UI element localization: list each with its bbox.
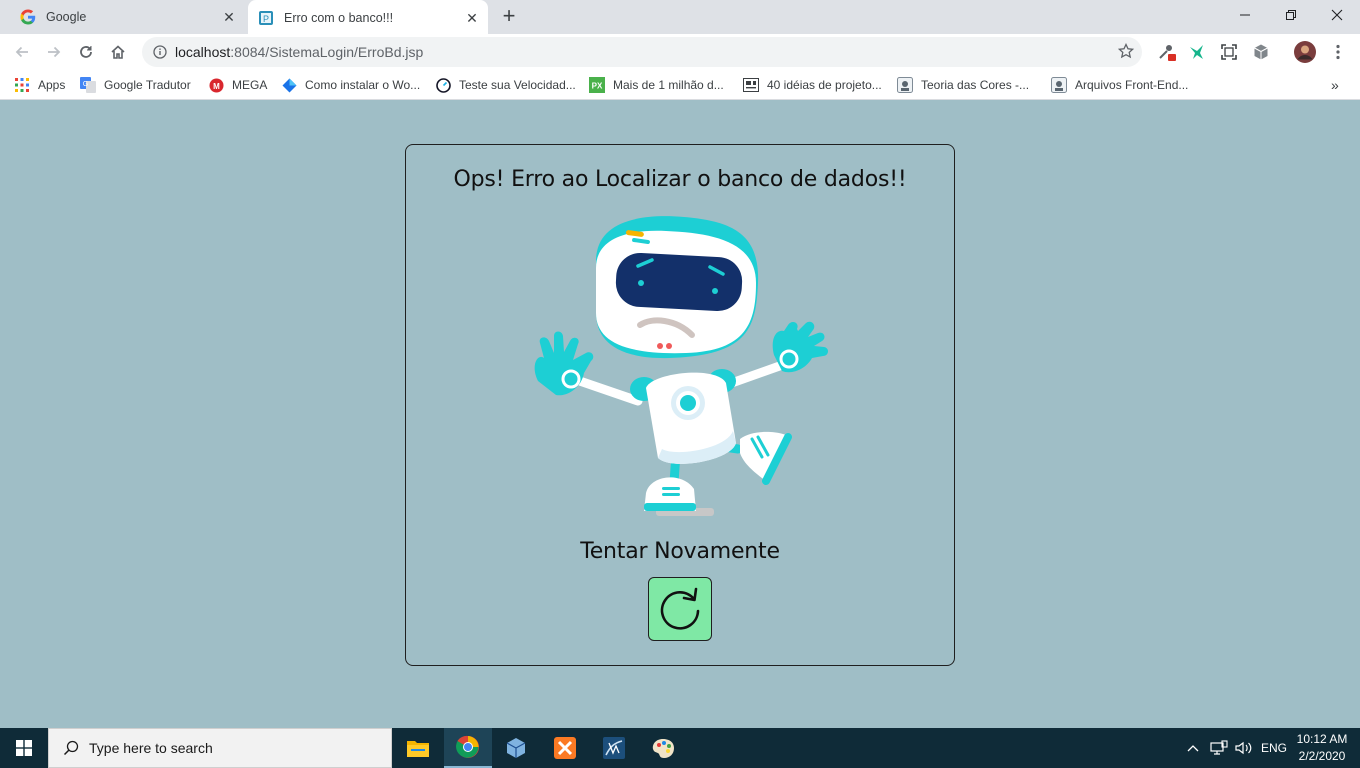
mega-icon: M: [208, 77, 224, 93]
mysql-workbench-icon[interactable]: [590, 728, 638, 768]
close-icon[interactable]: ✕: [462, 8, 482, 28]
refresh-icon: [660, 587, 700, 630]
minimize-button[interactable]: [1222, 0, 1268, 30]
paint-icon[interactable]: [639, 728, 687, 768]
info-icon[interactable]: [145, 45, 175, 59]
url-path: :8084/SistemaLogin/ErroBd.jsp: [230, 44, 424, 60]
home-icon: [111, 45, 125, 59]
bookmark-apps[interactable]: Apps: [14, 75, 65, 95]
site-icon: [897, 77, 913, 93]
bookmark-mais-de-1-milhao[interactable]: PX Mais de 1 milhão d...: [589, 75, 724, 95]
close-icon: [1331, 9, 1343, 21]
svg-text:PX: PX: [592, 82, 603, 91]
site-icon: [1051, 77, 1067, 93]
virtualbox-icon[interactable]: [492, 728, 540, 768]
bookmark-label: Arquivos Front-End...: [1075, 78, 1189, 92]
minimize-icon: [1240, 14, 1250, 16]
translate-icon: G: [80, 77, 96, 93]
close-icon[interactable]: ✕: [219, 7, 239, 27]
screenshot-extension-icon[interactable]: [1217, 40, 1241, 64]
speedtest-icon: [435, 77, 451, 93]
tab-title: Erro com o banco!!!: [284, 11, 394, 25]
bookmark-label: MEGA: [232, 78, 268, 92]
page-title: Ops! Erro ao Localizar o banco de dados!…: [453, 167, 907, 192]
apps-grid-icon: [14, 77, 30, 93]
start-button[interactable]: [0, 728, 48, 768]
bookmark-label: Google Tradutor: [104, 78, 191, 92]
clock-time: 10:12 AM: [1296, 732, 1348, 746]
bookmark-mega[interactable]: M MEGA: [208, 75, 267, 95]
browser-toolbar: localhost:8084/SistemaLogin/ErroBd.jsp: [0, 34, 1360, 70]
retry-button[interactable]: [648, 577, 712, 641]
taskbar-search[interactable]: Type here to search: [48, 728, 392, 768]
bookmark-label: Mais de 1 milhão d...: [613, 78, 724, 92]
search-icon: [63, 740, 79, 756]
svg-text:M: M: [213, 82, 220, 91]
reload-button[interactable]: [72, 38, 100, 66]
menu-icon[interactable]: [1326, 40, 1350, 64]
bookmark-teste-velocidade[interactable]: Teste sua Velocidad...: [435, 75, 576, 95]
bookmark-google-tradutor[interactable]: G Google Tradutor: [80, 75, 191, 95]
url-text: localhost:8084/SistemaLogin/ErroBd.jsp: [175, 44, 423, 60]
diamond-icon: [281, 77, 297, 93]
forward-button[interactable]: [40, 38, 68, 66]
bookmark-label: Como instalar o Wo...: [305, 78, 421, 92]
windows-icon: [16, 740, 32, 756]
taskbar: Type here to search ENG 10:12 AM 2/2/202…: [0, 728, 1360, 768]
svg-text:G: G: [83, 81, 88, 88]
board-icon: [743, 77, 759, 93]
bookmark-teoria-das-cores[interactable]: Teoria das Cores -...: [897, 75, 1029, 95]
px-icon: PX: [589, 77, 605, 93]
cube-extension-icon[interactable]: [1249, 40, 1273, 64]
eyedropper-extension-icon[interactable]: [1154, 40, 1178, 64]
home-button[interactable]: [104, 38, 132, 66]
forward-arrow-icon: [48, 46, 61, 58]
reload-icon: [80, 46, 92, 58]
bookmark-como-instalar[interactable]: Como instalar o Wo...: [281, 75, 420, 95]
clock[interactable]: 10:12 AM 2/2/2020: [1290, 731, 1354, 765]
network-icon[interactable]: [1210, 728, 1228, 768]
google-icon: [20, 9, 36, 25]
bookmark-label: Teste sua Velocidad...: [459, 78, 576, 92]
bookmarks-bar: Apps G Google Tradutor M MEGA Como insta…: [0, 70, 1360, 100]
bookmarks-overflow-button[interactable]: »: [1331, 75, 1339, 95]
page-icon: P: [258, 10, 274, 26]
new-tab-button[interactable]: +: [498, 5, 520, 28]
retry-label: Tentar Novamente: [580, 539, 780, 564]
xampp-icon[interactable]: [541, 728, 589, 768]
show-hidden-icons-button[interactable]: [1187, 728, 1199, 768]
svg-text:P: P: [263, 14, 269, 24]
restore-button[interactable]: [1268, 0, 1314, 30]
tab-strip: Google ✕ P Erro com o banco!!! ✕ +: [0, 0, 1360, 36]
address-bar[interactable]: localhost:8084/SistemaLogin/ErroBd.jsp: [142, 37, 1142, 67]
bookmark-arquivos-front-end[interactable]: Arquivos Front-End...: [1051, 75, 1188, 95]
close-window-button[interactable]: [1314, 0, 1360, 30]
tab-erro-banco[interactable]: P Erro com o banco!!! ✕: [248, 0, 488, 36]
error-card: Ops! Erro ao Localizar o banco de dados!…: [405, 144, 955, 666]
url-host: localhost: [175, 44, 231, 60]
back-button[interactable]: [8, 38, 36, 66]
chevron-up-icon: [1187, 745, 1199, 752]
tab-google[interactable]: Google ✕: [8, 0, 245, 34]
bookmark-label: Apps: [38, 78, 66, 92]
tab-title: Google: [46, 10, 87, 24]
back-arrow-icon: [15, 46, 28, 58]
language-indicator[interactable]: ENG: [1261, 728, 1287, 768]
chrome-icon[interactable]: [444, 728, 492, 768]
avatar[interactable]: [1293, 40, 1317, 64]
hummingbird-extension-icon[interactable]: [1185, 40, 1209, 64]
search-placeholder: Type here to search: [89, 740, 213, 756]
bookmark-star-icon[interactable]: [1117, 42, 1135, 64]
bookmark-label: 40 idéias de projeto...: [767, 78, 882, 92]
file-explorer-icon[interactable]: [394, 728, 442, 768]
clock-date: 2/2/2020: [1298, 749, 1346, 763]
volume-icon[interactable]: [1235, 728, 1253, 768]
sad-robot-illustration: [534, 216, 829, 516]
restore-icon: [1286, 10, 1296, 20]
bookmark-label: Teoria das Cores -...: [921, 78, 1030, 92]
bookmark-40-ideias[interactable]: 40 idéias de projeto...: [743, 75, 882, 95]
